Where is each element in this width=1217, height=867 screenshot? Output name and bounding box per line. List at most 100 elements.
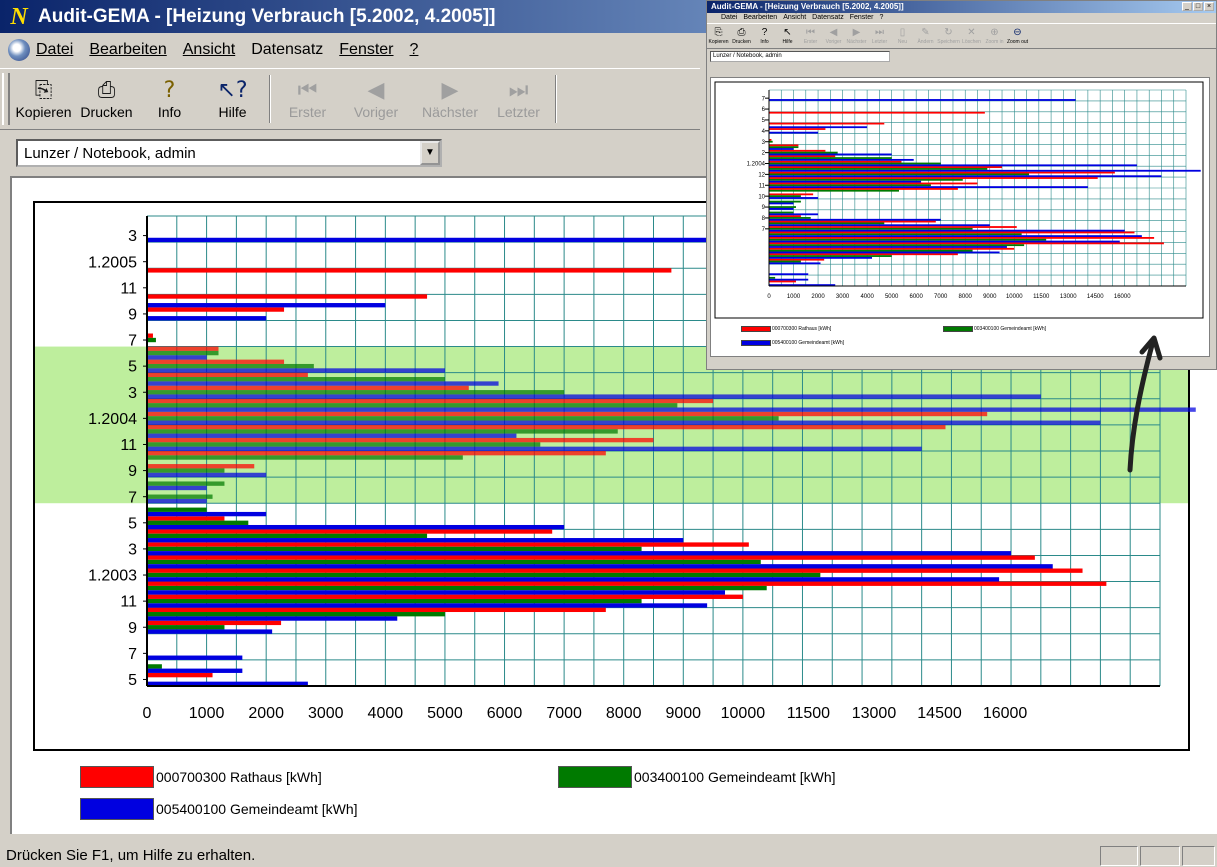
y-tick-label: 9 [762, 205, 766, 211]
chart-bar [769, 217, 811, 219]
chart-bar [769, 213, 819, 216]
inset-menu-item[interactable]: Datensatz [812, 13, 844, 23]
inset-save-button[interactable]: ↻ Speichern [937, 27, 960, 46]
chart-bar [769, 175, 1162, 178]
chart-bar [147, 268, 672, 273]
y-tick-label: 1.2005 [88, 254, 137, 271]
inset-menu-item[interactable]: ? [879, 13, 883, 23]
chart-bar [147, 607, 606, 613]
first-record-icon: ⏮ [806, 26, 815, 38]
chart-bar [147, 350, 219, 356]
legend-item-gemeindeamt-3400100: 003400100 Gemeindeamt [kWh] [558, 766, 836, 788]
chart-bar [147, 572, 821, 578]
inset-next-button[interactable]: ▶ Nächster [845, 27, 868, 46]
chart-bar [147, 585, 767, 591]
status-pane [1140, 846, 1180, 866]
user-selector-combo[interactable]: Lunzer / Notebook, admin ▼ [16, 139, 442, 167]
maximize-icon[interactable]: □ [1193, 2, 1203, 11]
chart-bar [769, 246, 1007, 248]
menu-fenster[interactable]: Fenster [339, 41, 393, 59]
chart-bar [769, 146, 799, 149]
y-tick-label: 8 [762, 216, 766, 222]
toolbar-separator [555, 75, 557, 123]
chart-bar [769, 140, 773, 143]
inset-user-selector[interactable]: Lunzer / Notebook, admin [710, 51, 890, 62]
inset-menu-item[interactable]: Fenster [850, 13, 874, 23]
chart-bar [147, 481, 225, 486]
chart-bar [147, 372, 308, 378]
x-tick-label: 4000 [368, 705, 404, 722]
x-tick-label: 5000 [885, 294, 899, 300]
chart-bar [147, 507, 207, 512]
last-record-button[interactable]: ⏭ Letzter [487, 69, 550, 129]
inset-new-button[interactable]: ▯ Neu [891, 27, 914, 46]
chart-bar [147, 568, 1083, 573]
chart-bar [769, 144, 799, 147]
y-tick-label: 9 [128, 463, 137, 480]
inset-zoom-out-button[interactable]: ⊖ Zoom out [1006, 27, 1029, 46]
close-icon[interactable]: × [1204, 2, 1214, 11]
toolbar-grip[interactable] [2, 73, 10, 125]
previous-record-button[interactable]: ◀ Voriger [339, 69, 413, 129]
inset-menu-item[interactable]: Datei [721, 13, 737, 23]
inset-help-button[interactable]: ↖ Hilfe [776, 27, 799, 46]
chart-bar [769, 255, 892, 257]
inset-edit-button[interactable]: ✎ Ändern [914, 27, 937, 46]
inset-menu-item[interactable]: Bearbeiten [743, 13, 777, 23]
help-pointer-icon: ↖? [217, 78, 248, 103]
menu-ansicht[interactable]: Ansicht [183, 41, 235, 59]
inset-info-button[interactable]: ? Info [753, 27, 776, 46]
chart-bar [147, 307, 285, 312]
inset-zoom-in-button[interactable]: ⊕ Zoom in [983, 27, 1006, 46]
menu-help[interactable]: ? [410, 41, 419, 59]
selector-row: Lunzer / Notebook, admin ▼ [0, 134, 700, 172]
inset-legend-swatch-gemeindeamt-3400100 [943, 326, 973, 332]
info-button[interactable]: ? Info [138, 69, 201, 129]
minimize-icon[interactable]: _ [1182, 2, 1192, 11]
inset-menu-item[interactable]: Ansicht [783, 13, 806, 23]
zoom-in-icon: ⊕ [990, 26, 999, 38]
inset-copy-button[interactable]: ⎘ Kopieren [707, 27, 730, 46]
inset-legend-item-rathaus: 000700300 Rathaus [kWh] [741, 326, 831, 332]
chart-bar [147, 594, 743, 599]
inset-delete-button[interactable]: ✕ Löschen [960, 27, 983, 46]
menu-bearbeiten[interactable]: Bearbeiten [89, 41, 166, 59]
x-tick-label: 2000 [248, 705, 284, 722]
x-tick-label: 1000 [787, 294, 801, 300]
inset-first-button[interactable]: ⏮ Erster [799, 27, 822, 46]
chevron-down-icon[interactable]: ▼ [420, 141, 440, 165]
y-tick-label: 3 [762, 140, 766, 146]
print-button[interactable]: ⎙ Drucken [75, 69, 138, 129]
system-menu-icon[interactable] [8, 38, 30, 61]
menu-datensatz[interactable]: Datensatz [251, 41, 323, 59]
inset-print-button[interactable]: ⎙ Drucken [730, 27, 753, 46]
delete-icon: ✕ [967, 26, 976, 38]
chart-bar [147, 620, 282, 626]
menu-datei[interactable]: Datei [36, 41, 73, 59]
chart-bar [769, 171, 1115, 174]
inset-previous-button[interactable]: ◀ Voriger [822, 27, 845, 46]
chart-bar [769, 238, 1047, 241]
x-tick-label: 9000 [983, 294, 997, 300]
chart-bar [769, 184, 931, 187]
help-button[interactable]: ↖? Hilfe [201, 69, 264, 129]
chart-bar [769, 126, 868, 129]
chart-bar [147, 616, 398, 621]
next-record-button[interactable]: ▶ Nächster [413, 69, 487, 129]
chart-bar [147, 316, 267, 321]
first-record-button[interactable]: ⏮ Erster [276, 69, 339, 129]
chart-bar [769, 249, 973, 252]
chart-bar [769, 251, 1000, 254]
chart-bar [769, 256, 873, 259]
inset-last-button[interactable]: ⏭ Letzter [868, 27, 891, 46]
chart-bar [769, 182, 978, 185]
chart-bar [147, 403, 678, 408]
chart-bar [147, 451, 606, 456]
x-tick-label: 14500 [1087, 294, 1104, 300]
chart-bar [147, 629, 273, 634]
copy-button[interactable]: ⎘ Kopieren [12, 69, 75, 129]
x-tick-label: 4000 [860, 294, 874, 300]
x-tick-label: 3000 [308, 705, 344, 722]
copy-icon: ⎘ [714, 26, 723, 38]
chart-bar [147, 381, 499, 386]
